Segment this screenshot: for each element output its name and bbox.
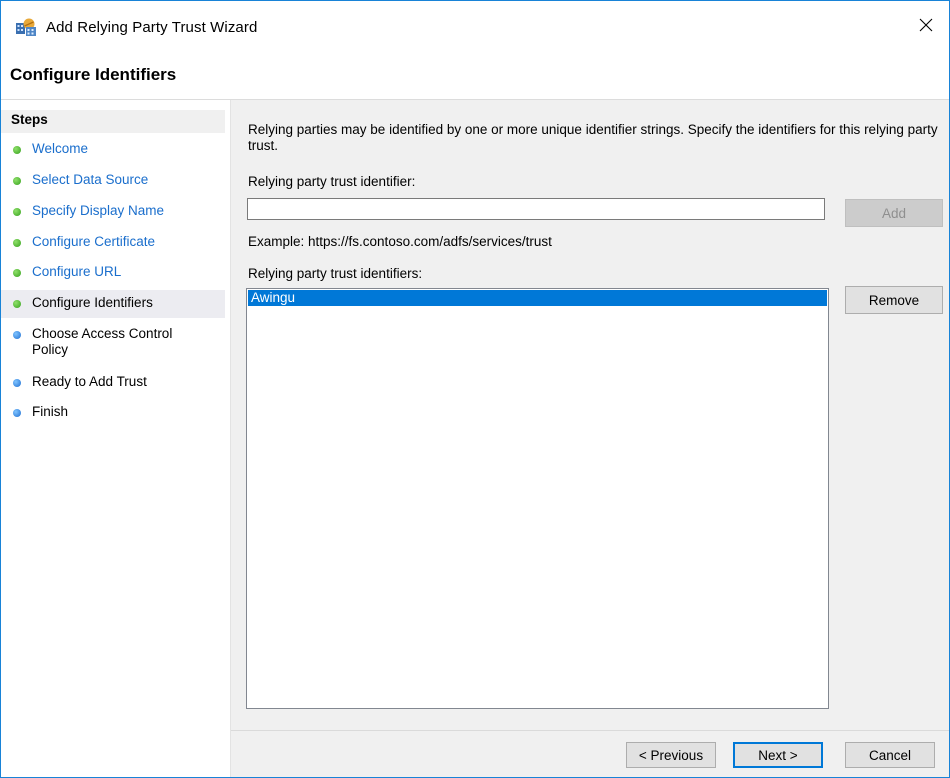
step-specify-display-name: Specify Display Name [1, 203, 225, 221]
step-pending-icon [13, 331, 21, 339]
list-item[interactable]: Awingu [248, 290, 827, 306]
step-complete-icon [13, 239, 21, 247]
steps-heading: Steps [1, 110, 225, 133]
adfs-app-icon [16, 18, 36, 36]
step-select-data-source: Select Data Source [1, 172, 225, 190]
cancel-button[interactable]: Cancel [845, 742, 935, 768]
identifier-label: Relying party trust identifier: [248, 174, 416, 189]
identifier-input[interactable] [247, 198, 825, 220]
step-configure-url: Configure URL [1, 264, 225, 282]
step-label: Select Data Source [32, 172, 149, 187]
page-header: Configure Identifiers [1, 49, 949, 100]
wizard-window: Add Relying Party Trust Wizard Configure… [0, 0, 950, 778]
previous-button[interactable]: < Previous [626, 742, 716, 768]
step-finish: Finish [1, 404, 225, 422]
step-configure-certificate: Configure Certificate [1, 234, 225, 252]
step-complete-icon [13, 146, 21, 154]
step-complete-icon [13, 208, 21, 216]
next-button[interactable]: Next > [733, 742, 823, 768]
add-button[interactable]: Add [845, 199, 943, 227]
step-configure-identifiers: Configure Identifiers [1, 290, 225, 318]
step-label: Configure Identifiers [32, 295, 153, 310]
step-complete-icon [13, 177, 21, 185]
step-pending-icon [13, 379, 21, 387]
step-choose-access-control-policy: Choose Access Control Policy [1, 326, 225, 360]
footer-divider [231, 730, 949, 731]
step-current-icon [13, 300, 21, 308]
step-complete-icon [13, 269, 21, 277]
window-title: Add Relying Party Trust Wizard [46, 19, 258, 36]
step-ready-to-add-trust: Ready to Add Trust [1, 374, 225, 392]
identifiers-label: Relying party trust identifiers: [248, 266, 423, 281]
step-label: Finish [32, 404, 69, 419]
step-label: Specify Display Name [32, 203, 165, 218]
step-pending-icon [13, 409, 21, 417]
step-welcome: Welcome [1, 141, 225, 159]
remove-button[interactable]: Remove [845, 286, 943, 314]
title-bar: Add Relying Party Trust Wizard [1, 1, 949, 49]
identifiers-listbox[interactable]: Awingu [246, 288, 829, 709]
step-label: Welcome [32, 141, 89, 156]
steps-pane: Steps Welcome Select Data Source Specify… [1, 100, 231, 777]
example-text: Example: https://fs.contoso.com/adfs/ser… [248, 234, 552, 249]
close-button[interactable] [903, 1, 949, 49]
page-title: Configure Identifiers [10, 65, 177, 84]
step-label: Ready to Add Trust [32, 374, 147, 389]
content-pane: Relying parties may be identified by one… [231, 100, 949, 777]
step-label: Configure Certificate [32, 234, 156, 249]
step-label: Configure URL [32, 264, 122, 279]
close-icon [919, 18, 933, 32]
step-label: Choose Access Control Policy [32, 326, 173, 357]
instructions-text: Relying parties may be identified by one… [248, 122, 938, 153]
